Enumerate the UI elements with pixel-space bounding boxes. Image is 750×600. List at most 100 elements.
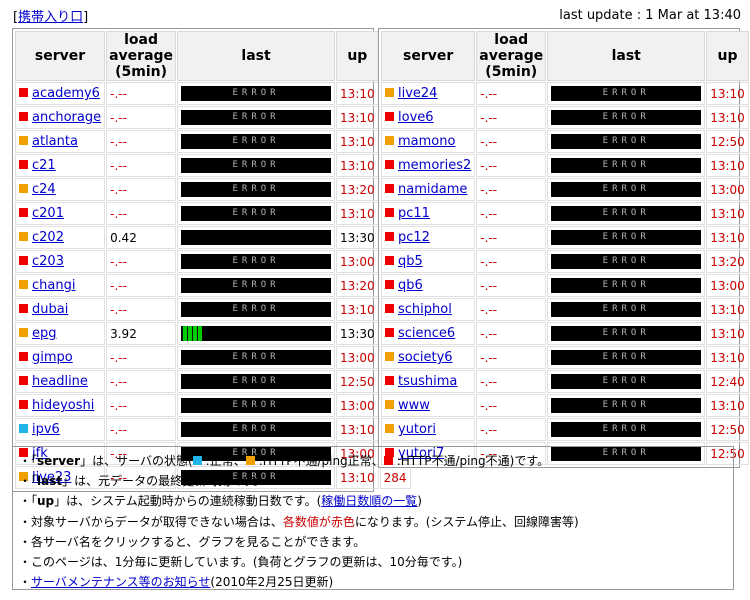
server-link-dubai[interactable]: dubai: [32, 302, 68, 317]
load-graph-bar: ERROR: [551, 230, 702, 245]
server-link-c201[interactable]: c201: [32, 206, 64, 221]
load-graph-cell: [177, 226, 336, 249]
col-last: last: [547, 31, 706, 81]
col-up: up: [336, 31, 379, 81]
load-average-value: -.--: [106, 82, 177, 105]
server-name-cell: hideyoshi: [15, 394, 106, 417]
status-ping-down-icon: [385, 376, 394, 385]
status-http-down-icon: [19, 184, 28, 193]
status-ping-down-icon: [383, 456, 393, 465]
server-link-mamono[interactable]: mamono: [398, 134, 455, 149]
note-refresh: ・このページは、1分毎に更新しています。(負荷とグラフの更新は、10分毎です。): [19, 555, 463, 570]
server-link-c202[interactable]: c202: [32, 230, 64, 245]
server-table-right: server load average (5min) last up live2…: [378, 28, 750, 468]
error-label: ERROR: [602, 352, 650, 362]
load-graph-cell: ERROR: [547, 130, 706, 153]
server-link-www[interactable]: www: [398, 398, 430, 413]
load-average-value: -.--: [106, 106, 177, 129]
error-label: ERROR: [602, 232, 650, 242]
error-label: ERROR: [232, 400, 280, 410]
server-name-cell: tsushima: [381, 370, 476, 393]
server-link-c203[interactable]: c203: [32, 254, 64, 269]
server-table-left: server load average (5min) last up acade…: [12, 28, 411, 492]
last-update-cell: 13:10: [706, 226, 749, 249]
server-link-changi[interactable]: changi: [32, 278, 75, 293]
load-graph-cell: ERROR: [177, 394, 336, 417]
load-graph-cell: ERROR: [177, 202, 336, 225]
server-row-hideyoshi: hideyoshi-.--ERROR13:00438: [15, 394, 411, 417]
load-average-value: -.--: [476, 322, 547, 345]
server-link-namidame[interactable]: namidame: [398, 182, 467, 197]
server-link-anchorage[interactable]: anchorage: [32, 110, 101, 125]
server-link-headline[interactable]: headline: [32, 374, 88, 389]
server-link-c21[interactable]: c21: [32, 158, 56, 173]
server-link-c24[interactable]: c24: [32, 182, 56, 197]
status-ping-down-icon: [385, 112, 394, 121]
server-link-science6[interactable]: science6: [398, 326, 455, 341]
note-last: ・「last」は、元データの最終更新時刻です。: [19, 474, 265, 489]
status-http-down-icon: [19, 328, 28, 337]
error-label: ERROR: [602, 208, 650, 218]
server-row-tsushima: tsushima-.--ERROR12:40110: [381, 370, 750, 393]
last-update-cell: 13:10: [706, 346, 749, 369]
server-name-cell: society6: [381, 346, 476, 369]
server-link-schiphol[interactable]: schiphol: [398, 302, 452, 317]
load-average-value: -.--: [106, 298, 177, 321]
load-graph-cell: ERROR: [177, 130, 336, 153]
server-name-cell: changi: [15, 274, 106, 297]
last-update-text: last update : 1 Mar at 13:40: [559, 8, 741, 23]
error-label: ERROR: [232, 184, 280, 194]
load-graph-cell: ERROR: [177, 274, 336, 297]
error-label: ERROR: [602, 136, 650, 146]
server-name-cell: gimpo: [15, 346, 106, 369]
server-link-academy6[interactable]: academy6: [32, 86, 100, 101]
server-name-cell: epg: [15, 322, 106, 345]
server-link-yutori[interactable]: yutori: [398, 422, 436, 437]
col-up: up: [706, 31, 749, 81]
server-link-qb5[interactable]: qb5: [398, 254, 423, 269]
server-name-cell: science6: [381, 322, 476, 345]
server-link-atlanta[interactable]: atlanta: [32, 134, 78, 149]
server-link-pc11[interactable]: pc11: [398, 206, 430, 221]
server-link-ipv6[interactable]: ipv6: [32, 422, 60, 437]
last-update-cell: 13:20: [336, 274, 379, 297]
server-link-hideyoshi[interactable]: hideyoshi: [32, 398, 94, 413]
load-graph-bar: ERROR: [181, 302, 332, 317]
load-graph-bar: ERROR: [181, 278, 332, 293]
load-graph-bar: ERROR: [181, 398, 332, 413]
mobile-entrance-link[interactable]: 携帯入り口: [18, 10, 83, 25]
load-graph-bar: ERROR: [181, 254, 332, 269]
server-link-pc12[interactable]: pc12: [398, 230, 430, 245]
server-link-memories2[interactable]: memories2: [398, 158, 471, 173]
server-row-academy6: academy6-.--ERROR13:10573: [15, 82, 411, 105]
load-graph-cell: ERROR: [177, 82, 336, 105]
server-name-cell: yutori: [381, 418, 476, 441]
server-row-dubai: dubai-.--ERROR13:10479: [15, 298, 411, 321]
load-graph-bar: ERROR: [551, 86, 702, 101]
mobile-entrance: [携帯入り口]: [13, 10, 89, 25]
server-link-society6[interactable]: society6: [398, 350, 453, 365]
server-link-love6[interactable]: love6: [398, 110, 434, 125]
server-link-qb6[interactable]: qb6: [398, 278, 423, 293]
load-graph-bar: ERROR: [551, 398, 702, 413]
load-average-value: -.--: [106, 154, 177, 177]
server-link-live24[interactable]: live24: [398, 86, 437, 101]
status-ping-down-icon: [19, 256, 28, 265]
server-link-tsushima[interactable]: tsushima: [398, 374, 457, 389]
load-average-value: 0.42: [106, 226, 177, 249]
load-graph-bar: ERROR: [551, 182, 702, 197]
load-average-value: -.--: [476, 178, 547, 201]
load-graph-cell: ERROR: [547, 274, 706, 297]
load-average-value: -.--: [106, 250, 177, 273]
server-name-cell: dubai: [15, 298, 106, 321]
server-link-epg[interactable]: epg: [32, 326, 57, 341]
status-ping-down-icon: [19, 376, 28, 385]
load-average-value: -.--: [476, 130, 547, 153]
error-label: ERROR: [232, 304, 280, 314]
maintenance-notice-link[interactable]: サーバメンテナンス等のお知らせ: [31, 575, 210, 589]
last-update-cell: 13:10: [706, 298, 749, 321]
last-update-cell: 12:50: [706, 418, 749, 441]
server-link-gimpo[interactable]: gimpo: [32, 350, 73, 365]
uptime-ranking-link[interactable]: 稼働日数順の一覧: [321, 494, 417, 508]
last-update-cell: 13:10: [706, 82, 749, 105]
